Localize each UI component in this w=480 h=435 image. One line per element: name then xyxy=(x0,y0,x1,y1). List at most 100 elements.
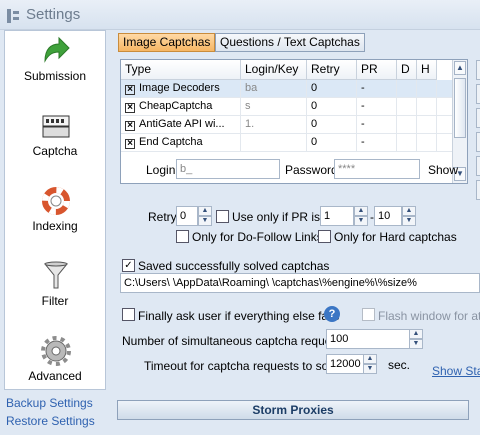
sidebar-item-label: Submission xyxy=(23,69,87,83)
column-header-d[interactable]: D xyxy=(397,60,417,80)
row-login: ba xyxy=(241,80,307,98)
hard-captchas-only-checkbox[interactable] xyxy=(318,230,331,243)
login-field[interactable]: b_ xyxy=(176,159,280,179)
use-only-pr-label: Use only if PR is xyxy=(232,210,321,224)
save-solved-captchas-checkbox[interactable]: ✓ xyxy=(122,259,135,272)
restore-settings-link[interactable]: Restore Settings xyxy=(6,414,95,428)
simultaneous-requests-label: Number of simultaneous captcha requests xyxy=(122,334,347,348)
retry-stepper[interactable]: ▲ ▼ xyxy=(198,206,212,226)
hard-captchas-only-label: Only for Hard captchas xyxy=(334,230,457,244)
sidebar-item-label: Advanced xyxy=(28,369,82,383)
side-button[interactable] xyxy=(476,156,480,176)
row-pr: - xyxy=(357,134,397,152)
pr-to-input[interactable]: 10 xyxy=(374,206,402,226)
life-ring-icon xyxy=(42,187,70,215)
timeout-stepper[interactable]: ▲ ▼ xyxy=(363,354,377,374)
row-type: AntiGate API wi... xyxy=(139,118,225,130)
row-retry: 0 xyxy=(307,134,357,152)
tab-questions-text-captchas[interactable]: Questions / Text Captchas xyxy=(215,33,365,52)
table-header: Type Login/Key Retry PR D H xyxy=(121,60,453,80)
sidebar-item-submission[interactable]: Submission xyxy=(5,31,105,106)
login-label: Login xyxy=(146,163,176,177)
column-header-pr[interactable]: PR xyxy=(357,60,397,80)
use-only-pr-checkbox[interactable] xyxy=(216,210,229,223)
green-arrow-icon xyxy=(44,36,70,63)
row-login xyxy=(241,134,307,152)
storm-proxies-button[interactable]: Storm Proxies xyxy=(117,400,469,420)
dofollow-only-checkbox[interactable] xyxy=(176,230,189,243)
row-enabled-checkbox[interactable]: × xyxy=(125,139,135,149)
row-retry: 0 xyxy=(307,116,357,134)
row-pr: - xyxy=(357,116,397,134)
column-header-login-key[interactable]: Login/Key xyxy=(241,60,307,80)
saved-captchas-path-field[interactable]: C:\Users\ \AppData\Roaming\ \captchas\%e… xyxy=(120,273,480,293)
sidebar-item-captcha[interactable]: Captcha xyxy=(5,106,105,181)
row-type: CheapCaptcha xyxy=(139,100,213,112)
save-solved-captchas-label: Saved successfully solved captchas xyxy=(138,259,330,273)
gear-icon xyxy=(41,336,71,366)
sidebar-item-advanced[interactable]: Advanced xyxy=(5,331,105,406)
ask-user-checkbox[interactable] xyxy=(122,308,135,321)
retry-label: Retry xyxy=(148,210,177,224)
row-pr: - xyxy=(357,98,397,116)
sidebar-item-indexing[interactable]: Indexing xyxy=(5,181,105,256)
row-d xyxy=(397,134,417,152)
timeout-label: Timeout for captcha requests to solve xyxy=(144,359,344,373)
sidebar-item-label: Captcha xyxy=(32,144,78,158)
show-password-label[interactable]: Show xyxy=(428,163,458,177)
row-login: 1. xyxy=(241,116,307,134)
simultaneous-requests-input[interactable]: 100 xyxy=(326,329,410,349)
row-pr: - xyxy=(357,80,397,98)
side-button[interactable] xyxy=(476,84,480,104)
pr-from-input[interactable]: 1 xyxy=(320,206,354,226)
window-title: Settings xyxy=(26,6,81,23)
table-row[interactable]: × AntiGate API wi... 1. 0 - xyxy=(121,116,453,134)
dofollow-only-label: Only for Do-Follow Links xyxy=(192,230,323,244)
row-d xyxy=(397,98,417,116)
row-type: Image Decoders xyxy=(139,82,220,94)
column-header-type[interactable]: Type xyxy=(121,60,241,80)
row-type: End Captcha xyxy=(139,136,203,148)
flash-window-checkbox[interactable] xyxy=(362,308,375,321)
sidebar-item-label: Filter xyxy=(41,294,69,308)
table-row[interactable]: × Image Decoders ba 0 - xyxy=(121,80,453,98)
simultaneous-requests-stepper[interactable]: ▲ ▼ xyxy=(409,329,423,349)
row-enabled-checkbox[interactable]: × xyxy=(125,121,135,131)
row-enabled-checkbox[interactable]: × xyxy=(125,85,135,95)
side-button[interactable] xyxy=(476,108,480,128)
pr-from-stepper[interactable]: ▲ ▼ xyxy=(354,206,368,226)
help-icon[interactable]: ? xyxy=(324,306,340,322)
captcha-settings-panel: Image Captchas Questions / Text Captchas… xyxy=(112,30,480,435)
column-header-h[interactable]: H xyxy=(417,60,437,80)
row-h xyxy=(417,116,437,134)
column-header-retry[interactable]: Retry xyxy=(307,60,357,80)
sidebar-item-filter[interactable]: Filter xyxy=(5,256,105,331)
scroll-up-icon[interactable]: ▲ xyxy=(454,61,466,75)
pr-to-stepper[interactable]: ▲ ▼ xyxy=(402,206,416,226)
timeout-unit: sec. xyxy=(388,358,411,372)
backup-settings-link[interactable]: Backup Settings xyxy=(6,396,93,410)
side-button[interactable] xyxy=(476,60,480,80)
row-retry: 0 xyxy=(307,80,357,98)
funnel-icon xyxy=(43,261,69,289)
side-button[interactable] xyxy=(476,132,480,152)
app-settings-icon xyxy=(7,9,19,23)
row-d xyxy=(397,116,417,134)
row-enabled-checkbox[interactable]: × xyxy=(125,103,135,113)
password-field[interactable]: **** xyxy=(334,159,420,179)
password-label: Password xyxy=(285,163,338,177)
table-row[interactable]: × End Captcha 0 - xyxy=(121,134,453,152)
row-h xyxy=(417,98,437,116)
scroll-thumb[interactable] xyxy=(454,78,466,138)
ask-user-label: Finally ask user if everything else fail… xyxy=(138,309,340,323)
captcha-keyboard-icon xyxy=(42,115,70,138)
timeout-input[interactable]: 12000 xyxy=(326,354,364,374)
retry-input[interactable]: 0 xyxy=(176,206,198,226)
table-row[interactable]: × CheapCaptcha s 0 - xyxy=(121,98,453,116)
side-button[interactable] xyxy=(476,180,480,200)
show-stats-link[interactable]: Show Stat xyxy=(432,364,480,378)
sidebar: Submission Captcha Indexing Filter Advan… xyxy=(4,30,106,390)
sidebar-item-label: Indexing xyxy=(32,219,78,233)
tab-image-captchas[interactable]: Image Captchas xyxy=(118,33,216,52)
flash-window-label: Flash window for atten xyxy=(378,309,480,323)
